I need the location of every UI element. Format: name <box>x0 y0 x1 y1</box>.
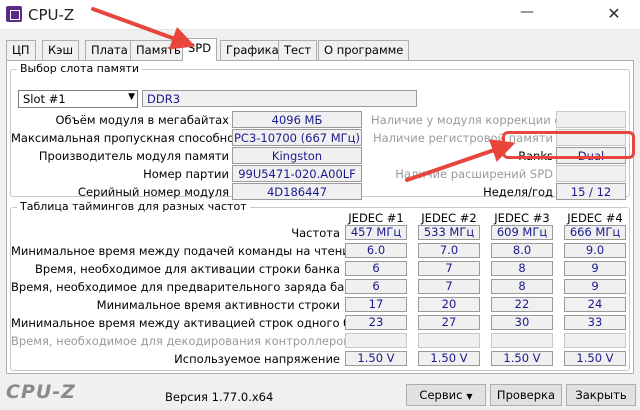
version-label: Версия 1.77.0.x64 <box>165 390 274 404</box>
table-cell: 6 <box>345 279 407 294</box>
memory-type-field: DDR3 <box>142 90 417 107</box>
cpuz-app-icon <box>6 6 22 22</box>
timings-table-group: Таблица таймингов для разных частот JEDE… <box>10 200 630 371</box>
footer-bar: CPU-Z Версия 1.77.0.x64 Сервис ▼ Проверка… <box>0 376 640 410</box>
table-cell <box>418 333 480 348</box>
column-header-jedec-3: JEDEC #3 <box>494 211 550 225</box>
row-label-command-rate: Время, необходимое для декодирования кон… <box>11 334 352 348</box>
module-size-value: 4096 МБ <box>232 111 362 128</box>
table-cell: 8.0 <box>491 243 553 258</box>
row-label-ras-precharge: Время, необходимое для предварительного … <box>11 280 366 294</box>
slot-group-title: Выбор слота памяти <box>17 62 143 75</box>
table-cell: 17 <box>345 297 407 312</box>
module-size-label: Объём модуля в мегабайтах <box>55 113 229 127</box>
table-cell: 6.0 <box>345 243 407 258</box>
manufacturer-label: Производитель модуля памяти <box>38 149 229 163</box>
table-cell: 457 МГц <box>345 225 407 240</box>
table-cell: 8 <box>491 279 553 294</box>
tab-mainboard[interactable]: Плата <box>85 40 134 60</box>
week-year-value: 15 / 12 <box>556 183 626 200</box>
table-cell: 9 <box>564 279 626 294</box>
timings-group-title: Таблица таймингов для разных частот <box>17 200 250 213</box>
validate-button[interactable]: Проверка <box>490 384 562 406</box>
max-bandwidth-label: Максимальная пропускная способность <box>11 131 254 145</box>
table-cell: 7.0 <box>418 243 480 258</box>
spd-extensions-value <box>556 165 626 182</box>
row-label-cas-latency: Минимальное время между подачей команды … <box>11 244 357 258</box>
table-cell: 30 <box>491 315 553 330</box>
table-cell: 1.50 V <box>491 351 553 366</box>
column-header-jedec-1: JEDEC #1 <box>348 211 404 225</box>
table-cell: 1.50 V <box>345 351 407 366</box>
service-button[interactable]: Сервис ▼ <box>406 384 486 406</box>
tab-memory[interactable]: Память <box>130 40 187 60</box>
table-cell: 533 МГц <box>418 225 480 240</box>
row-label-tras: Минимальное время активности строки <box>96 298 340 312</box>
service-button-label: Сервис <box>419 388 463 402</box>
spd-panel: Выбор слота памяти Slot #1 ▼ DDR3 Объём … <box>6 60 634 374</box>
cpuz-brand-logo: CPU-Z <box>6 381 76 403</box>
table-cell: 666 МГц <box>564 225 626 240</box>
column-header-jedec-2: JEDEC #2 <box>421 211 477 225</box>
table-cell: 1.50 V <box>564 351 626 366</box>
triangle-down-icon: ▼ <box>466 392 473 401</box>
close-button[interactable]: Закрыть <box>566 384 636 406</box>
slot-select-value: Slot #1 <box>23 92 66 106</box>
row-label-trc: Минимальное время между активацией строк… <box>11 316 379 330</box>
tab-graphics[interactable]: Графика <box>220 40 285 60</box>
table-cell: 27 <box>418 315 480 330</box>
column-header-jedec-4: JEDEC #4 <box>567 211 623 225</box>
close-window-button[interactable]: ✕ <box>602 4 626 23</box>
table-cell: 9.0 <box>564 243 626 258</box>
serial-number-value: 4D186447 <box>232 183 362 200</box>
table-cell: 24 <box>564 297 626 312</box>
window-title: CPU-Z <box>28 6 75 24</box>
table-cell: 20 <box>418 297 480 312</box>
tab-spd[interactable]: SPD <box>182 38 218 61</box>
ecc-value <box>556 111 626 128</box>
tab-cpu[interactable]: ЦП <box>6 40 36 60</box>
minimize-button[interactable]: — <box>515 4 539 20</box>
serial-number-label: Серийный номер модуля <box>77 185 229 199</box>
table-cell: 6 <box>345 261 407 276</box>
row-label-ras-to-cas: Время, необходимое для активации строки … <box>35 262 340 276</box>
table-cell: 1.50 V <box>418 351 480 366</box>
table-cell: 8 <box>491 261 553 276</box>
title-bar: CPU-Z — ✕ <box>0 0 640 30</box>
ecc-label: Наличие у модуля коррекции ошибок <box>371 113 601 127</box>
table-cell <box>564 333 626 348</box>
table-cell: 7 <box>418 261 480 276</box>
tab-bench[interactable]: Тест <box>278 40 318 60</box>
slot-dropdown[interactable]: Slot #1 ▼ <box>18 90 138 108</box>
table-cell: 7 <box>418 279 480 294</box>
row-label-frequency: Частота <box>291 226 340 240</box>
max-bandwidth-value: PC3-10700 (667 МГц) <box>232 129 362 146</box>
manufacturer-value: Kingston <box>232 147 362 164</box>
tab-about[interactable]: О программе <box>318 40 410 60</box>
row-label-voltage: Используемое напряжение <box>174 352 340 366</box>
table-cell <box>345 333 407 348</box>
spd-extensions-label: Наличие расширений SPD <box>395 167 553 181</box>
tab-cache[interactable]: Кэш <box>42 40 79 60</box>
chevron-down-icon: ▼ <box>128 92 135 102</box>
table-cell: 609 МГц <box>491 225 553 240</box>
part-number-value: 99U5471-020.A00LF <box>232 165 362 182</box>
week-year-label: Неделя/год <box>483 185 553 199</box>
part-number-label: Номер партии <box>143 167 229 181</box>
table-cell: 23 <box>345 315 407 330</box>
ranks-highlight-box <box>502 131 635 159</box>
table-cell: 33 <box>564 315 626 330</box>
table-cell <box>491 333 553 348</box>
table-cell: 22 <box>491 297 553 312</box>
table-cell: 9 <box>564 261 626 276</box>
